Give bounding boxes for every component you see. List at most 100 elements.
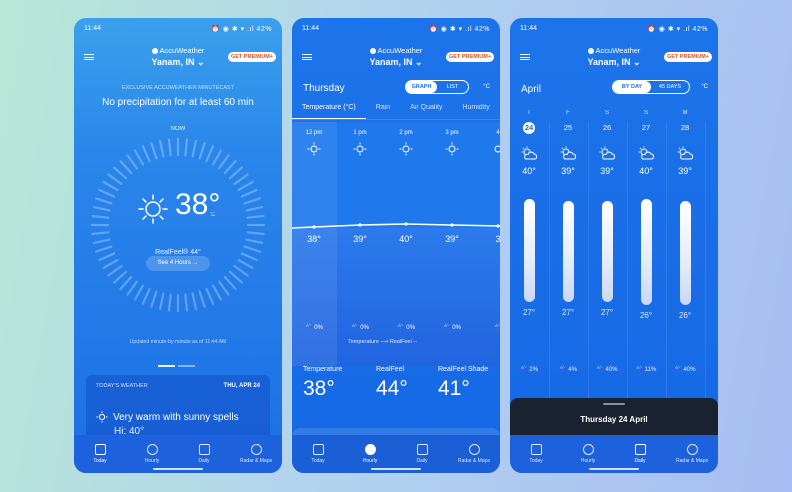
day-precip: ☔ 40% <box>596 367 618 373</box>
day-low-temp: 27° <box>522 308 536 317</box>
day-of-week: S <box>604 110 609 116</box>
day-of-week: S <box>643 110 648 116</box>
nav-hourly[interactable]: Hourly <box>132 444 172 464</box>
temperature-unit: C <box>211 212 216 218</box>
minutecast-dial[interactable] <box>89 136 267 314</box>
day-of-week: F <box>566 110 570 116</box>
get-premium-button[interactable]: GET PREMIUM+ <box>445 52 494 62</box>
nav-daily[interactable]: Daily <box>184 444 224 464</box>
day-date: 24 <box>523 122 535 134</box>
day-column[interactable]: S 27 40° <box>627 110 665 176</box>
day-title: Thursday <box>303 83 345 94</box>
nav-daily[interactable]: Daily <box>620 444 660 464</box>
radar-icon <box>686 444 698 455</box>
nav-today[interactable]: Today <box>80 444 120 464</box>
status-bar: 11:44 ⏰ ◉ ✱ ▾ .ıl 42% <box>520 25 708 35</box>
today-screen: 11:44 ⏰ ◉ ✱ ▾ .ıl 42% AccuWeather Yanam,… <box>74 18 282 473</box>
sheet-handle[interactable] <box>603 403 625 405</box>
home-indicator <box>589 468 639 470</box>
day-date: 26 <box>602 123 612 132</box>
nav-radar-maps[interactable]: Radar & Maps <box>454 444 494 464</box>
graph-legend: Temperature ⟶ RealFeel -- <box>348 339 418 345</box>
tab-humidity[interactable]: Humidity <box>452 104 499 119</box>
nav-radar-maps[interactable]: Radar & Maps <box>672 444 712 464</box>
day-column[interactable]: M 28 39° <box>666 110 704 176</box>
hour-column[interactable]: 2 pm <box>386 130 426 156</box>
sun-icon <box>494 145 500 153</box>
card-date: THU, APR 24 <box>223 383 260 389</box>
nav-today[interactable]: Today <box>298 444 338 464</box>
by-day-45-days-toggle[interactable]: BY DAY 45 DAYS <box>612 80 690 94</box>
hourly-graph[interactable]: 12 pm 1 pm 2 pm 3 pm 4 38° 39° 40° 39° 3… <box>292 122 500 366</box>
day-details-sheet[interactable]: Thursday 24 April <box>510 398 718 436</box>
by-day-option[interactable]: BY DAY <box>613 81 651 93</box>
metric-tabs: Temperature (°C) Rain Air Quality Humidi… <box>292 104 500 120</box>
hour-column[interactable]: 3 pm <box>432 130 472 156</box>
sheet-title: Thursday 24 April <box>580 415 648 424</box>
updated-note: Updated minute-by-minute as of 11:44 AM <box>129 339 227 345</box>
day-high-temp: 40° <box>639 166 653 176</box>
graph-list-toggle[interactable]: GRAPH LIST <box>405 80 469 94</box>
temperature-range-bar <box>563 201 574 302</box>
partly-sunny-icon <box>599 146 616 160</box>
day-low-temp: 27° <box>600 308 614 317</box>
status-icons: ⏰ ◉ ✱ ▾ .ıl 42% <box>211 26 272 33</box>
hour-temperature: 38° <box>307 234 321 244</box>
temperature-range-bar <box>641 198 652 305</box>
calendar-grid-icon <box>198 444 210 455</box>
list-option[interactable]: LIST <box>437 81 468 93</box>
graph-option[interactable]: GRAPH <box>406 81 437 93</box>
clock-icon <box>582 444 594 455</box>
clock-icon <box>146 444 158 455</box>
status-icons: ⏰ ◉ ✱ ▾ .ıl 42% <box>429 26 490 33</box>
tab-rain[interactable]: Rain <box>366 104 400 119</box>
day-of-week: M <box>682 110 688 116</box>
hour-precip: ☔ 0% <box>397 325 415 331</box>
accuweather-logo-icon <box>587 48 594 54</box>
hour-column[interactable]: 12 pm <box>294 130 334 156</box>
unit-toggle[interactable]: °C <box>483 84 490 90</box>
get-premium-button[interactable]: GET PREMIUM+ <box>227 52 276 62</box>
todays-weather-card[interactable]: TODAY'S WEATHER THU, APR 24 Very warm wi… <box>86 375 270 441</box>
daily-screen: 11:44 ⏰ ◉ ✱ ▾ .ıl 42% AccuWeather Yanam,… <box>510 18 718 473</box>
home-indicator <box>153 468 203 470</box>
nav-radar-maps[interactable]: Radar & Maps <box>236 444 276 464</box>
day-column[interactable]: S 26 39° <box>588 110 626 176</box>
unit-toggle[interactable]: °C <box>701 84 708 90</box>
partly-sunny-icon <box>521 146 538 160</box>
condition-text: Very warm with sunny spells <box>113 411 239 423</box>
hour-temperature: 39° <box>353 234 367 244</box>
day-divider <box>705 122 706 402</box>
status-time: 11:44 <box>520 25 537 32</box>
nav-hourly[interactable]: Hourly <box>350 444 390 464</box>
45-days-option[interactable]: 45 DAYS <box>651 81 689 93</box>
status-bar: 11:44 ⏰ ◉ ✱ ▾ .ıl 42% <box>302 25 490 35</box>
status-time: 11:44 <box>302 25 319 32</box>
nav-daily[interactable]: Daily <box>402 444 442 464</box>
day-column[interactable]: F 25 39° <box>549 110 587 176</box>
nav-today[interactable]: Today <box>516 444 556 464</box>
sun-icon <box>353 142 367 156</box>
hour-column[interactable]: 4 <box>478 130 500 156</box>
get-premium-button[interactable]: GET PREMIUM+ <box>663 52 712 62</box>
card-title: TODAY'S WEATHER <box>96 383 148 389</box>
status-bar: 11:44 ⏰ ◉ ✱ ▾ .ıl 42% <box>84 25 272 35</box>
day-low-temp: 27° <box>561 308 575 317</box>
tab-air-quality[interactable]: Air Quality <box>400 104 452 119</box>
day-of-week: T <box>527 110 531 116</box>
day-date: 27 <box>641 123 651 132</box>
nav-hourly[interactable]: Hourly <box>568 444 608 464</box>
calendar-grid-icon <box>634 444 646 455</box>
calendar-grid-icon <box>416 444 428 455</box>
day-column[interactable]: T 24 40° <box>510 110 548 176</box>
hour-column[interactable]: 1 pm <box>340 130 380 156</box>
tab-temperature[interactable]: Temperature (°C) <box>292 104 366 119</box>
day-low-temp: 26° <box>639 310 653 320</box>
calendar-icon <box>530 444 542 455</box>
temperature-range-bar <box>602 201 613 302</box>
see-4-hours-button[interactable]: See 4 Hours → <box>146 256 210 271</box>
condition-row: Very warm with sunny spells <box>96 411 239 423</box>
current-stats: Temperature 38° RealFeel 44° RealFeel Shad… <box>292 366 500 432</box>
sunny-spells-icon <box>96 411 108 423</box>
day-low-temp: 26° <box>678 310 692 320</box>
